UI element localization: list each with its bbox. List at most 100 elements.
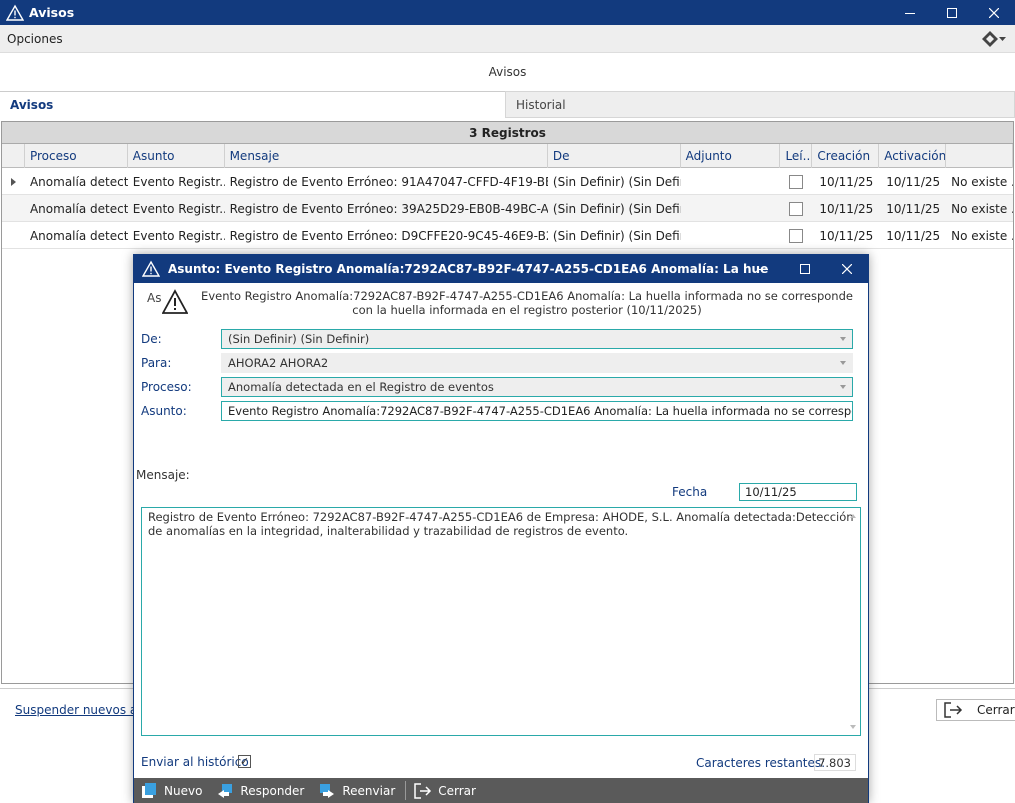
table-row[interactable]: Anomalía detect... Evento Registr... Reg… [2,222,1013,249]
row-indicator [2,168,25,195]
dialog-header-message: Evento Registro Anomalía:7292AC87-B92F-4… [201,289,853,317]
menu-opciones[interactable]: Opciones [7,32,63,46]
close-button-label: Cerrar [977,703,1015,717]
maximize-icon [947,7,957,18]
row-indicator [2,195,25,222]
chars-remaining-label: Caracteres restantes: [696,756,826,770]
forward-icon [320,783,335,798]
settings-dropdown[interactable] [981,30,1007,48]
chevron-down-icon [999,36,1006,41]
cell-proceso: Anomalía detect... [29,174,128,189]
dropdown-arrow-icon [840,361,846,365]
cell-creacion: 10/11/25 [819,174,874,189]
close-button[interactable]: Cerrar [936,699,1015,721]
column-header-creacion[interactable]: Creación [812,144,880,168]
cell-adjunto [681,168,781,195]
exit-icon [944,702,963,718]
column-header-de[interactable]: De [548,144,681,168]
de-label: De: [141,332,162,346]
column-header-proceso[interactable]: Proceso [25,144,128,168]
responder-button[interactable]: Responder [210,778,312,803]
cell-de: (Sin Definir) (Sin Definir) [552,201,681,216]
message-body-text: Registro de Evento Erróneo: 7292AC87-B92… [148,510,854,538]
column-header-activacion[interactable]: Activación [879,144,947,168]
maximize-button[interactable] [931,0,973,25]
asunto-field[interactable]: Evento Registro Anomalía:7292AC87-B92F-4… [221,401,853,421]
cell-de: (Sin Definir) (Sin Definir) [552,228,681,243]
historico-checkbox[interactable]: ✓ [238,755,251,768]
chars-remaining-value: 7.803 [814,754,856,771]
close-icon [989,7,999,18]
as-label: As [147,291,162,305]
cell-de: (Sin Definir) (Sin Definir) [552,174,681,189]
row-indicator-header [2,144,25,168]
dialog-cerrar-button[interactable]: Cerrar [408,778,484,803]
tab-avisos[interactable]: Avisos [0,91,505,118]
leido-checkbox[interactable] [789,201,804,216]
dropdown-arrow-icon [840,385,846,389]
mensaje-label: Mensaje: [136,468,190,482]
maximize-icon [800,264,810,274]
leido-checkbox[interactable] [789,174,804,189]
dialog-minimize-button[interactable] [742,255,784,283]
proceso-field[interactable]: Anomalía detectada en el Registro de eve… [221,377,853,397]
de-field[interactable]: (Sin Definir) (Sin Definir) [221,329,853,349]
dialog-close-button[interactable] [826,255,868,283]
column-header-adjunto[interactable]: Adjunto [681,144,781,168]
cell-creacion: 10/11/25 [819,201,874,216]
aviso-dialog: Asunto: Evento Registro Anomalía:7292AC8… [133,254,869,803]
leido-checkbox[interactable] [789,228,804,243]
nuevo-button[interactable]: Nuevo [134,778,210,803]
fecha-label: Fecha [672,485,708,499]
column-header-leido[interactable]: Leí... [780,144,813,168]
grid-header: Proceso Asunto Mensaje De Adjunto Leí...… [2,144,1014,168]
dropdown-arrow-icon [840,337,846,341]
minimize-button[interactable] [889,0,931,25]
cell-asunto: Evento Registr... [132,201,225,216]
tab-bar: Avisos Historial [0,91,1015,118]
proceso-value: Anomalía detectada en el Registro de eve… [228,380,494,394]
table-row[interactable]: Anomalía detect... Evento Registr... Reg… [2,168,1013,195]
menu-bar: Opciones [0,25,1015,53]
asunto-value: Evento Registro Anomalía:7292AC87-B92F-4… [228,404,853,418]
minimize-icon [758,269,768,270]
de-value: (Sin Definir) (Sin Definir) [228,332,370,346]
dialog-maximize-button[interactable] [784,255,826,283]
cell-creacion: 10/11/25 [819,228,874,243]
warning-icon [6,4,24,21]
column-header-mensaje[interactable]: Mensaje [225,144,548,168]
cell-leido [780,168,812,195]
cell-leido [780,195,812,222]
tab-historial[interactable]: Historial [505,91,1015,118]
cell-proceso: Anomalía detect... [29,201,128,216]
proceso-label: Proceso: [141,380,192,394]
new-document-icon [142,782,156,798]
window-title: Avisos [29,5,75,20]
fecha-field[interactable]: 10/11/25 [739,483,857,501]
cell-activacion: 10/11/25 [886,174,941,189]
window-titlebar: Avisos [0,0,1015,25]
cell-mensaje: Registro de Evento Erróneo: D9CFFE20-9C4… [229,228,548,243]
close-window-button[interactable] [973,0,1015,25]
column-header-extra[interactable] [946,144,1014,168]
minimize-icon [905,12,915,14]
warning-icon [162,289,188,314]
dialog-titlebar: Asunto: Evento Registro Anomalía:7292AC8… [134,255,868,283]
row-pointer-icon [11,177,16,186]
diamond-settings-icon [982,31,998,47]
cell-leido [780,222,812,249]
cell-adjunto [681,222,781,249]
cerrar-label: Cerrar [438,783,476,798]
row-indicator [2,222,25,249]
message-body-textarea[interactable]: Registro de Evento Erróneo: 7292AC87-B92… [141,507,861,736]
scroll-up-icon[interactable] [850,514,856,518]
close-icon [842,264,852,274]
record-count: 3 Registros [2,122,1013,144]
table-row[interactable]: Anomalía detect... Evento Registr... Reg… [2,195,1013,222]
historico-label: Enviar al histórico [141,755,249,769]
reenviar-button[interactable]: Reenviar [312,778,403,803]
column-header-asunto[interactable]: Asunto [128,144,225,168]
dialog-title: Asunto: Evento Registro Anomalía:7292AC8… [168,262,768,276]
para-field[interactable]: AHORA2 AHORA2 [221,353,853,373]
scroll-down-icon[interactable] [850,725,856,729]
